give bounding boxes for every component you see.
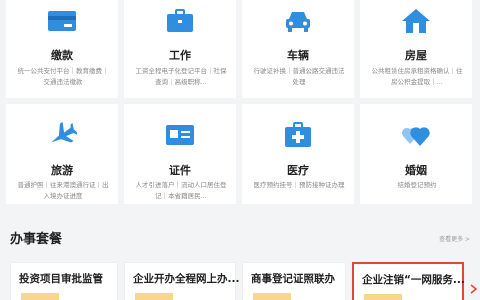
service-desc: 人才引进落户｜流动人口居住登记｜本省籍居民... <box>135 181 227 200</box>
package-title: 投资项目审批监管 <box>19 273 103 285</box>
package-tag <box>364 294 402 300</box>
medical-kit-icon <box>285 122 311 147</box>
package-tag <box>253 293 291 300</box>
service-card-work[interactable]: 工作 工资全程电子化登记平台｜社保查询｜高级职称... <box>124 0 236 98</box>
services-grid-row2: 旅游 普通护照｜往来港澳通行证｜出入境办证进度 证件 人才引进落户｜流动人口居住… <box>6 104 474 204</box>
service-title: 医疗 <box>287 164 309 177</box>
package-title: 企业注销“一网服务... <box>362 274 465 286</box>
service-desc: 公共租赁住房承租资格确认｜住房公积金提取｜... <box>371 67 463 86</box>
service-desc: 统一公共支付平台｜教育缴费｜交通违法缴款 <box>17 67 109 86</box>
service-title: 工作 <box>169 49 191 62</box>
service-title: 证件 <box>169 164 191 177</box>
service-title: 车辆 <box>287 49 309 62</box>
package-title: 企业开办全程网上办... <box>133 273 240 285</box>
hearts-icon <box>402 127 430 146</box>
service-desc: 普通护照｜往来港澳通行证｜出入境办证进度 <box>17 181 109 200</box>
id-card-icon <box>166 125 194 145</box>
service-card-travel[interactable]: 旅游 普通护照｜往来港澳通行证｜出入境办证进度 <box>6 104 118 204</box>
service-title: 婚姻 <box>405 164 427 177</box>
service-card-medical[interactable]: 医疗 医疗预约挂号｜预防接种证办理 <box>242 104 354 204</box>
package-card-deregistration[interactable]: 企业注销“一网服务... <box>352 262 465 300</box>
chevron-right-icon[interactable] <box>470 284 478 294</box>
service-card-vehicle[interactable]: 车辆 行驶证补换｜普通公路交通违法处理 <box>242 0 354 98</box>
services-grid-row1: 缴款 统一公共支付平台｜教育缴费｜交通违法缴款 工作 工资全程电子化登记平台｜社… <box>6 0 474 98</box>
service-card-payment[interactable]: 缴款 统一公共支付平台｜教育缴费｜交通违法缴款 <box>6 0 118 98</box>
package-tag <box>21 293 59 300</box>
plane-icon <box>51 122 77 143</box>
service-desc: 结婚登记预约 <box>397 181 437 189</box>
card-icon <box>48 11 76 31</box>
service-desc: 医疗预约挂号｜预防接种证办理 <box>253 181 345 189</box>
service-card-marriage[interactable]: 婚姻 结婚登记预约 <box>360 104 472 204</box>
car-icon <box>286 12 310 32</box>
house-icon <box>402 9 430 33</box>
service-desc: 行驶证补换｜普通公路交通违法处理 <box>253 67 345 86</box>
service-desc: 工资全程电子化登记平台｜社保查询｜高级职称... <box>135 67 227 86</box>
service-title: 旅游 <box>51 164 73 177</box>
package-card-business-setup[interactable]: 企业开办全程网上办... <box>124 262 240 300</box>
service-title: 房屋 <box>405 49 427 62</box>
package-tag <box>135 293 173 300</box>
service-card-documents[interactable]: 证件 人才引进落户｜流动人口居住登记｜本省籍居民... <box>124 104 236 204</box>
package-card-registration[interactable]: 商事登记证照联办 <box>242 262 346 300</box>
service-title: 缴款 <box>51 49 73 62</box>
package-card-investment[interactable]: 投资项目审批监管 <box>10 262 118 300</box>
view-more-link[interactable]: 查看更多 > <box>439 234 470 243</box>
packages-section-header: 办事套餐 查看更多 > <box>10 228 470 248</box>
packages-row: 投资项目审批监管 企业开办全程网上办... 商事登记证照联办 企业注销“一网服务… <box>0 258 480 300</box>
package-title: 商事登记证照联办 <box>251 273 335 285</box>
service-card-housing[interactable]: 房屋 公共租赁住房承租资格确认｜住房公积金提取｜... <box>360 0 472 98</box>
section-title: 办事套餐 <box>10 232 63 247</box>
briefcase-icon <box>167 9 193 32</box>
